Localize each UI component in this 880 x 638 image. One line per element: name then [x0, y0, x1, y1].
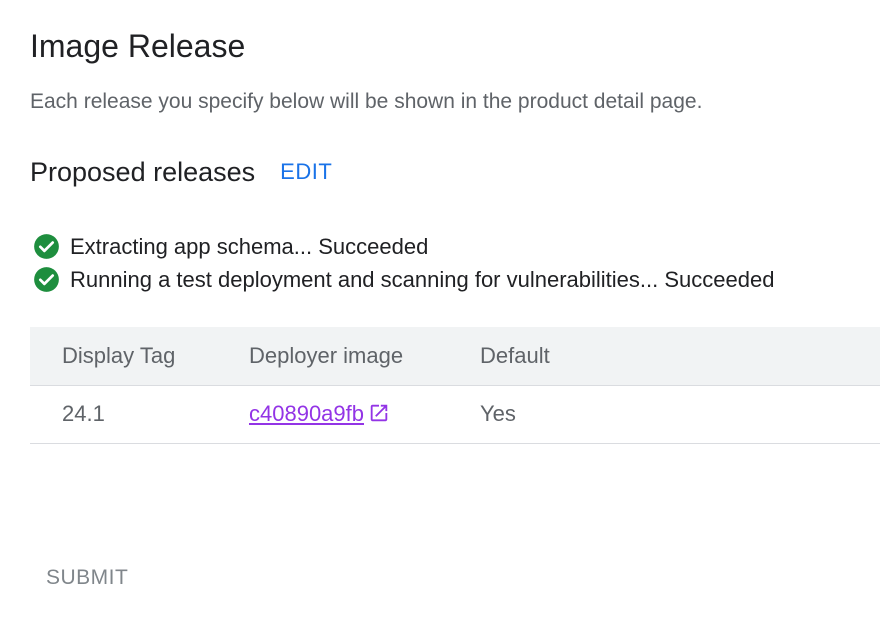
- display-tag-cell: 24.1: [30, 385, 249, 444]
- column-header-default: Default: [480, 327, 880, 386]
- default-cell: Yes: [480, 385, 880, 444]
- column-header-deployer-image: Deployer image: [249, 327, 480, 386]
- proposed-releases-title: Proposed releases: [30, 156, 256, 187]
- status-item: Running a test deployment and scanning f…: [33, 263, 774, 296]
- status-text: Running a test deployment and scanning f…: [70, 266, 775, 292]
- table-header-row: Display Tag Deployer image Default: [30, 327, 880, 386]
- column-header-display-tag: Display Tag: [30, 327, 249, 386]
- table-row: 24.1 c40890a9fb Yes: [30, 385, 880, 444]
- check-circle-icon: [33, 266, 60, 293]
- releases-table: Display Tag Deployer image Default 24.1 …: [30, 327, 880, 444]
- page-description: Each release you specify below will be s…: [30, 90, 703, 113]
- proposed-releases-header: Proposed releases EDIT: [30, 155, 332, 189]
- check-circle-icon: [33, 233, 60, 260]
- edit-button[interactable]: EDIT: [280, 159, 332, 185]
- status-item: Extracting app schema... Succeeded: [33, 230, 774, 263]
- deployer-image-link[interactable]: c40890a9fb: [249, 401, 364, 426]
- submit-button[interactable]: SUBMIT: [30, 560, 144, 596]
- page-title: Image Release: [30, 28, 246, 64]
- status-list: Extracting app schema... Succeeded Runni…: [33, 230, 774, 296]
- external-link-icon[interactable]: [368, 402, 390, 424]
- status-text: Extracting app schema... Succeeded: [70, 233, 429, 259]
- deployer-image-cell: c40890a9fb: [249, 385, 480, 444]
